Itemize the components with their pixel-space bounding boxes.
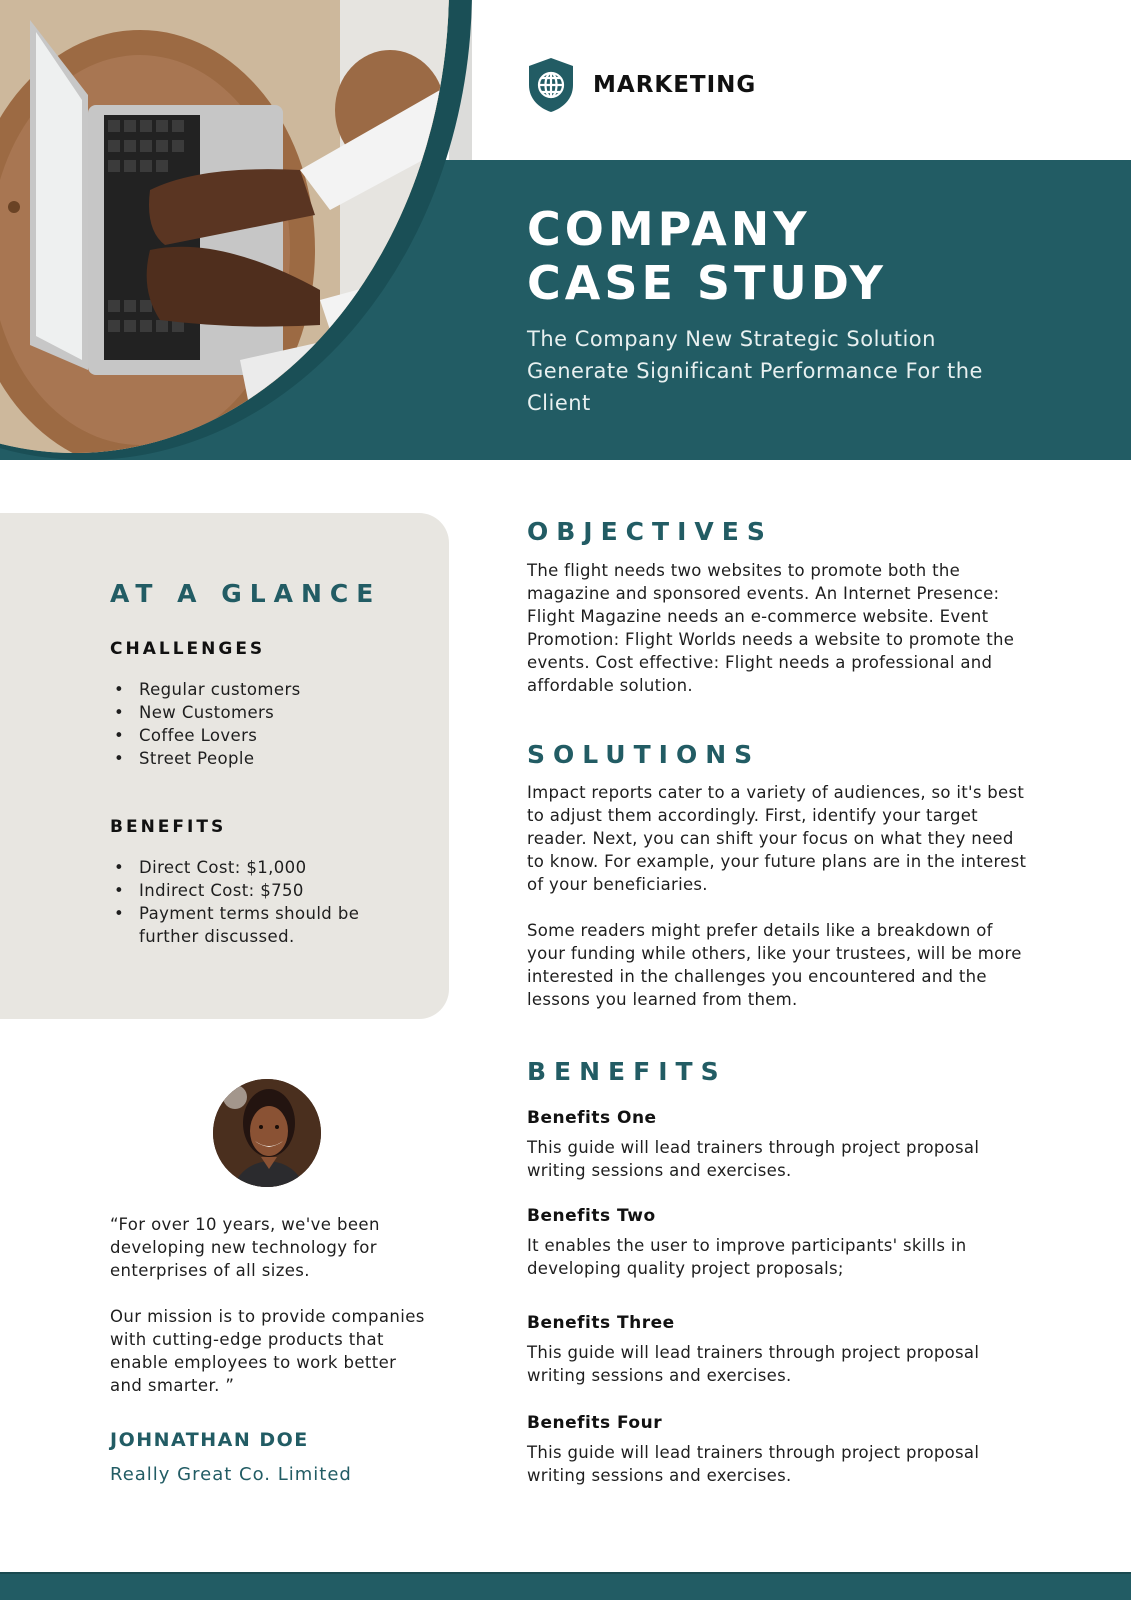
- footer-bar: [0, 1572, 1131, 1600]
- objectives-text: The flight needs two websites to promote…: [527, 561, 1015, 695]
- quote-paragraph-1: “For over 10 years, we've been developin…: [110, 1215, 380, 1280]
- solutions-paragraph-2: Some readers might prefer details like a…: [527, 921, 1022, 1009]
- brand: MARKETING: [527, 57, 756, 113]
- benefit-item-heading: Benefits Four: [527, 1413, 663, 1433]
- benefit-item-text: This guide will lead trainers through pr…: [527, 1343, 980, 1385]
- hero-photo-ring: [0, 0, 472, 460]
- hero-photo-frame: [0, 0, 472, 460]
- glance-benefits-heading: BENEFITS: [110, 817, 227, 837]
- benefit-item-heading: Benefits One: [527, 1108, 657, 1128]
- page-title-line-1: COMPANY: [527, 202, 811, 256]
- at-a-glance-panel: AT A GLANCE CHALLENGES Regular customers…: [0, 513, 449, 1019]
- hero-photo: [0, 0, 449, 453]
- benefit-item: Benefits Two It enables the user to impr…: [527, 1205, 1027, 1280]
- list-item: Direct Cost: $1,000: [114, 856, 414, 879]
- page-title-line-2: CASE STUDY: [527, 256, 887, 310]
- benefit-item-text: This guide will lead trainers through pr…: [527, 1138, 980, 1180]
- benefit-item: Benefits Three This guide will lead trai…: [527, 1312, 1027, 1387]
- list-item: Regular customers: [114, 678, 301, 701]
- glance-benefits-list: Direct Cost: $1,000 Indirect Cost: $750 …: [114, 856, 414, 948]
- list-item: Payment terms should be further discusse…: [114, 902, 414, 948]
- benefit-item-heading: Benefits Two: [527, 1206, 656, 1226]
- benefit-item-text: It enables the user to improve participa…: [527, 1236, 967, 1278]
- page-title: COMPANY CASE STUDY: [527, 202, 887, 310]
- list-item: Street People: [114, 747, 301, 770]
- benefit-item: Benefits One This guide will lead traine…: [527, 1107, 1027, 1182]
- benefits-heading: BENEFITS: [527, 1057, 727, 1086]
- shield-globe-icon: [529, 58, 573, 112]
- hero-subtitle: The Company New Strategic Solution Gener…: [527, 327, 983, 415]
- list-item: New Customers: [114, 701, 301, 724]
- benefit-item: Benefits Four This guide will lead train…: [527, 1412, 1027, 1487]
- brand-label: MARKETING: [593, 72, 757, 98]
- quote-paragraph-2: Our mission is to provide companies with…: [110, 1307, 425, 1395]
- testimonial-quote: “For over 10 years, we've been developin…: [110, 1213, 430, 1397]
- benefit-item-heading: Benefits Three: [527, 1313, 675, 1333]
- avatar: [213, 1079, 321, 1187]
- benefit-item-text: This guide will lead trainers through pr…: [527, 1443, 980, 1485]
- author-company: Really Great Co. Limited: [110, 1464, 352, 1485]
- author-name: JOHNATHAN DOE: [110, 1429, 309, 1451]
- at-a-glance-heading: AT A GLANCE: [110, 579, 382, 608]
- solutions-heading: SOLUTIONS: [527, 740, 761, 769]
- list-item: Indirect Cost: $750: [114, 879, 414, 902]
- objectives-heading: OBJECTIVES: [527, 517, 773, 546]
- challenges-list: Regular customers New Customers Coffee L…: [114, 678, 301, 770]
- solutions-paragraph-1: Impact reports cater to a variety of aud…: [527, 783, 1027, 894]
- woman-portrait-photo: [213, 1079, 321, 1187]
- list-item: Coffee Lovers: [114, 724, 301, 747]
- challenges-heading: CHALLENGES: [110, 639, 266, 659]
- hands-typing-on-laptop-photo: [0, 0, 449, 453]
- solutions-text: Impact reports cater to a variety of aud…: [527, 781, 1027, 1011]
